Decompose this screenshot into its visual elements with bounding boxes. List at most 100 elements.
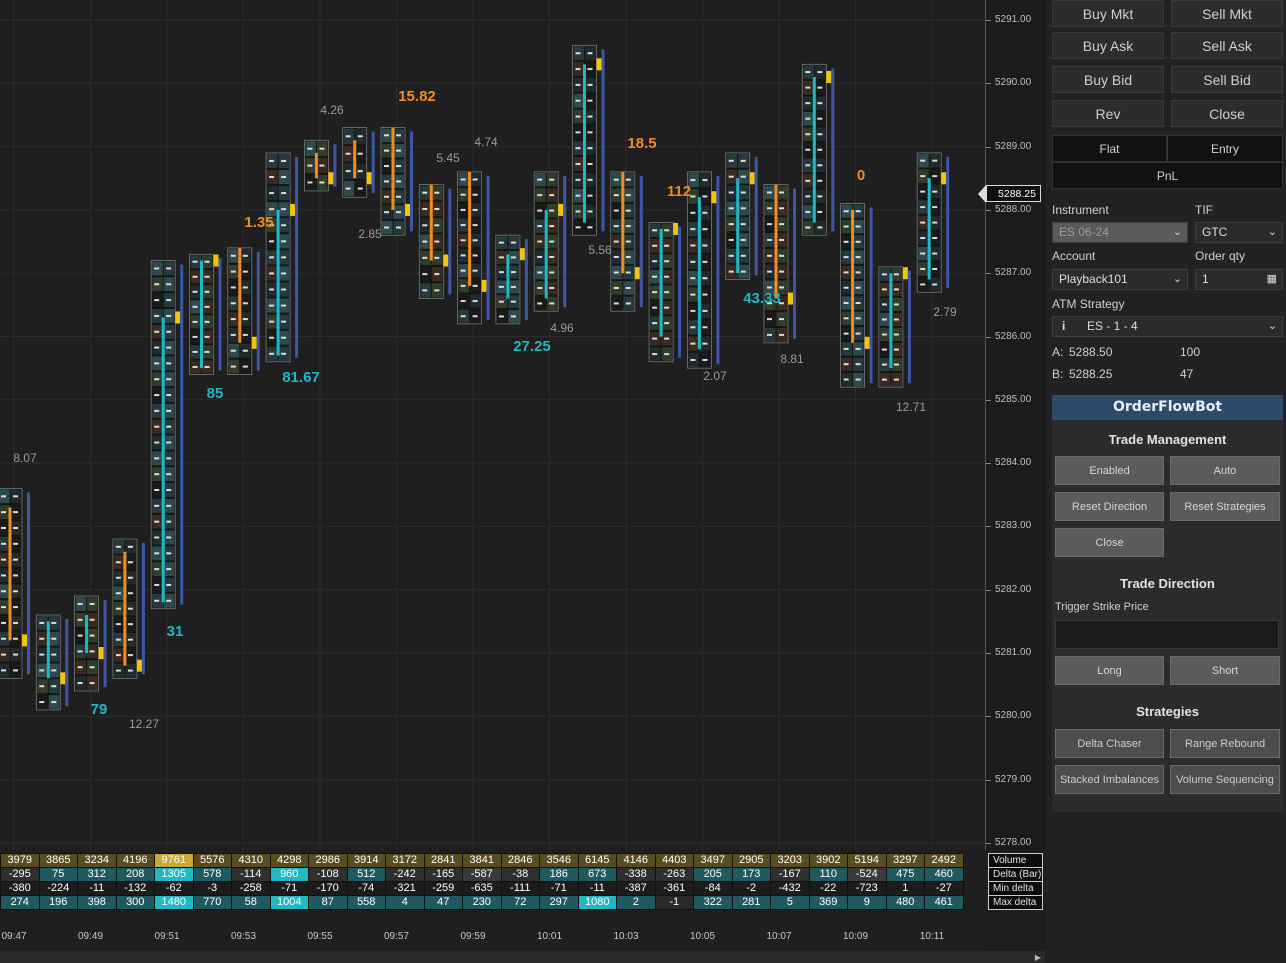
reset-strategies-button[interactable]: Reset Strategies — [1170, 492, 1280, 521]
footprint-bar[interactable] — [840, 203, 873, 388]
footprint-bar[interactable] — [112, 538, 145, 679]
footprint-bar[interactable] — [687, 171, 720, 369]
bar-annotation: 15.82 — [398, 88, 436, 105]
footprint-bar[interactable] — [418, 184, 452, 299]
sell-market-button[interactable]: Sell Mkt — [1171, 0, 1283, 27]
footprint-bar[interactable] — [342, 127, 375, 198]
volume-profile-bar — [563, 175, 567, 308]
footprint-cell-bid-mark — [1, 542, 6, 545]
footprint-cell-ask-mark — [932, 267, 938, 270]
footprint-cell-ask-mark — [51, 701, 57, 704]
footprint-cell-bid-mark — [843, 240, 849, 243]
footprint-bar[interactable] — [150, 260, 184, 610]
footprint-bar[interactable] — [916, 152, 950, 293]
entry-price: Entry — [1167, 135, 1283, 162]
short-button[interactable]: Short — [1170, 656, 1280, 685]
footprint-cell-bid-mark — [1, 621, 6, 624]
stacked-imbalances-button[interactable]: Stacked Imbalances — [1055, 765, 1164, 794]
footprint-cell-bid-mark — [498, 271, 504, 274]
footprint-bar[interactable] — [457, 171, 490, 325]
stats-cell: 4 — [385, 895, 425, 910]
price-tick — [986, 526, 991, 528]
footprint-bar[interactable] — [74, 595, 107, 692]
candle-body — [851, 209, 855, 343]
footprint-cell-ask-mark — [166, 520, 172, 523]
tif-select[interactable]: GTC ⌄ — [1195, 222, 1283, 243]
footprint-cell-bid-mark — [345, 187, 351, 190]
footprint-bar[interactable] — [189, 253, 222, 375]
footprint-bar[interactable] — [303, 139, 337, 192]
sell-bid-button[interactable]: Sell Bid — [1171, 66, 1283, 93]
range-rebound-button[interactable]: Range Rebound — [1170, 729, 1280, 758]
footprint-cell-ask-mark — [434, 207, 440, 210]
footprint-bar[interactable] — [265, 152, 299, 363]
footprint-bar[interactable] — [878, 266, 911, 388]
order-qty-input[interactable]: 1 ▦ — [1195, 269, 1283, 290]
close-position-button[interactable]: Close — [1171, 100, 1283, 127]
buy-bid-button[interactable]: Buy Bid — [1052, 66, 1164, 93]
calculator-icon[interactable]: ▦ — [1267, 270, 1277, 289]
footprint-bar[interactable] — [725, 152, 758, 280]
footprint-bar[interactable] — [610, 171, 643, 312]
stats-cell: -3 — [192, 881, 232, 896]
footprint-bar[interactable] — [380, 127, 413, 236]
footprint-cell-bid-mark — [881, 318, 887, 321]
footprint-cell-bid-mark — [690, 179, 696, 182]
footprint-bar[interactable] — [35, 614, 69, 711]
footprint-chart[interactable]: 8.07 79 12.27 31 85 1.35 81.67 4.26 2.85 15.82 5.4… — [0, 0, 985, 850]
reverse-button[interactable]: Rev — [1052, 100, 1164, 127]
footprint-cell-ask-mark — [625, 240, 631, 243]
footprint-cell-bid-mark — [613, 209, 619, 212]
footprint-bar[interactable] — [495, 234, 528, 325]
poc-marker — [941, 172, 947, 185]
stats-cell: -635 — [462, 881, 502, 896]
info-icon[interactable]: i — [1062, 317, 1065, 336]
scroll-right-icon[interactable]: ▶ — [1035, 953, 1041, 962]
sell-ask-button[interactable]: Sell Ask — [1171, 32, 1283, 59]
volume-sequencing-button[interactable]: Volume Sequencing — [1170, 765, 1280, 794]
footprint-cell-bid-mark — [154, 520, 160, 523]
footprint-cell-ask-mark — [281, 208, 287, 211]
footprint-cell-ask-mark — [702, 179, 708, 182]
footprint-cell-bid-mark — [192, 335, 198, 338]
account-select[interactable]: Playback101 ⌄ — [1052, 269, 1188, 290]
chart-area[interactable]: 8.07 79 12.27 31 85 1.35 81.67 4.26 2.85 15.82 5.4… — [0, 0, 985, 963]
footprint-cell-bid-mark — [498, 315, 504, 318]
footprint-cell-ask-mark — [510, 285, 516, 288]
footprint-cell-bid-mark — [728, 254, 734, 257]
footprint-bar[interactable] — [763, 184, 796, 344]
auto-button[interactable]: Auto — [1170, 456, 1280, 485]
atm-strategy-label: ATM Strategy — [1052, 297, 1125, 311]
reset-direction-button[interactable]: Reset Direction — [1055, 492, 1164, 521]
footprint-cell-ask-mark — [242, 254, 248, 257]
footprint-bar[interactable] — [648, 222, 682, 363]
instrument-select[interactable]: ES 06-24 ⌄ — [1052, 222, 1188, 243]
footprint-cell-bid-mark — [154, 504, 160, 507]
candle-body — [812, 76, 816, 223]
atm-strategy-select[interactable]: i ES - 1 - 4 ⌄ — [1052, 316, 1283, 337]
price-axis[interactable]: 5291.00 5290.00 5289.00 5288.00 5287.00 5286.… — [978, 0, 1046, 850]
footprint-bar[interactable] — [533, 171, 567, 312]
footprint-cell-ask-mark — [893, 318, 899, 321]
footprint-cell-ask-mark — [13, 637, 18, 640]
bar-annotation: 18.5 — [627, 135, 656, 152]
enabled-button[interactable]: Enabled — [1055, 456, 1164, 485]
trigger-strike-price-input[interactable] — [1055, 620, 1279, 649]
footprint-bar[interactable] — [227, 247, 260, 375]
delta-chaser-button[interactable]: Delta Chaser — [1055, 729, 1164, 758]
long-button[interactable]: Long — [1055, 656, 1164, 685]
footprint-cell-bid-mark — [920, 190, 926, 193]
volume-profile-bar — [754, 156, 758, 276]
footprint-cell-ask-mark — [702, 228, 708, 231]
footprint-cell-ask-mark — [204, 305, 210, 308]
footprint-bar[interactable] — [572, 44, 605, 236]
stats-cell: 3865 — [38, 853, 78, 868]
close-bot-button[interactable]: Close — [1055, 528, 1164, 557]
buy-market-button[interactable]: Buy Mkt — [1052, 0, 1164, 27]
horizontal-scrollbar[interactable]: ▶ — [0, 951, 1045, 963]
buy-ask-button[interactable]: Buy Ask — [1052, 32, 1164, 59]
poc-marker — [443, 254, 449, 267]
footprint-cell-bid-mark — [805, 71, 811, 74]
footprint-cell-bid-mark — [613, 286, 619, 289]
footprint-bar[interactable] — [0, 488, 30, 679]
